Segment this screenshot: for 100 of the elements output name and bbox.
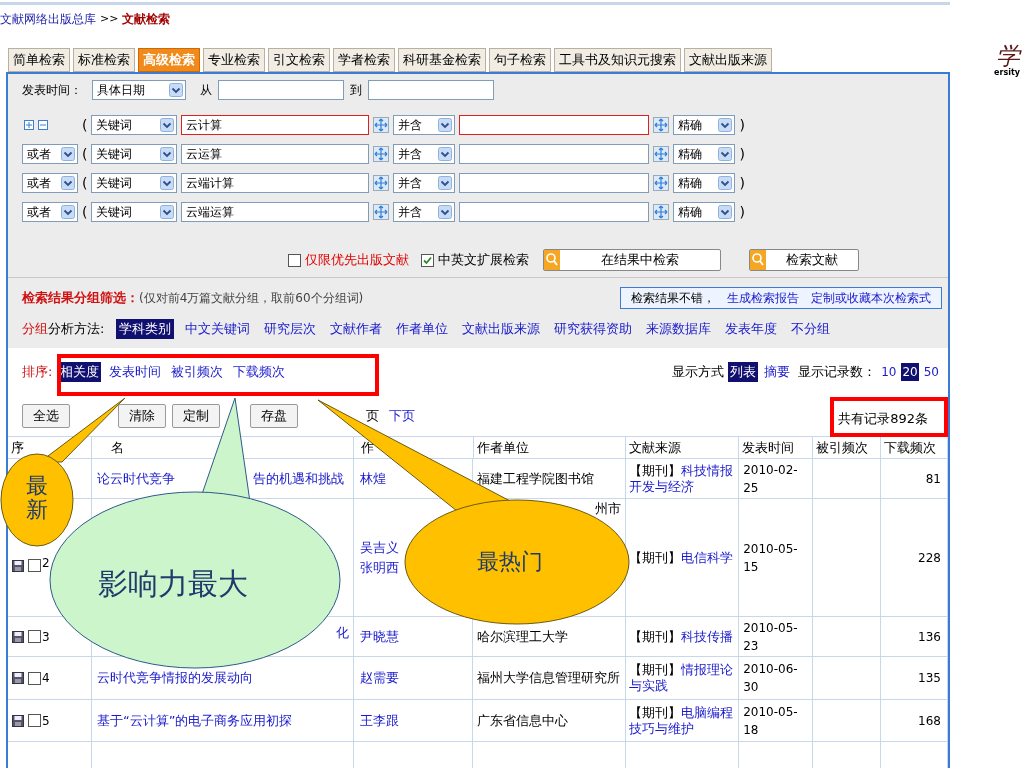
add-row-icon[interactable] <box>24 120 34 130</box>
dropdown[interactable]: 精确 <box>673 202 736 222</box>
pager-link[interactable]: 下页 <box>389 406 415 426</box>
report-link[interactable]: 定制或收藏本次检索式 <box>811 289 931 307</box>
source-text[interactable]: 【期刊】电脑编程技巧与维护 <box>629 704 735 737</box>
expand-icon[interactable] <box>653 146 670 162</box>
tab[interactable]: 文献出版来源 <box>684 48 772 72</box>
expand-icon[interactable] <box>373 175 390 191</box>
page-size-link[interactable]: 50 <box>922 363 940 381</box>
page-size-link[interactable]: 10 <box>880 363 898 381</box>
tab[interactable]: 专业检索 <box>203 48 265 72</box>
action-button[interactable]: 全选 <box>22 404 70 428</box>
search-term-field[interactable] <box>459 144 650 164</box>
date-to-field[interactable] <box>368 80 494 100</box>
search-button[interactable]: 在结果中检索 <box>543 249 721 271</box>
dropdown[interactable]: 精确 <box>673 115 736 135</box>
dropdown[interactable]: 具体日期 <box>92 80 186 100</box>
dropdown[interactable]: 并含 <box>393 144 456 164</box>
dropdown[interactable]: 或者 <box>22 144 78 164</box>
sort-link[interactable]: 下载频次 <box>231 362 288 382</box>
group-method-link[interactable]: 文献出版来源 <box>459 319 544 339</box>
group-method-link[interactable]: 学科类别 <box>116 319 175 339</box>
display-mode-link[interactable]: 列表 <box>728 362 759 382</box>
dropdown[interactable]: 并含 <box>393 202 456 222</box>
expand-icon[interactable] <box>373 117 390 133</box>
title-link[interactable]: 化 <box>335 623 349 643</box>
group-method-link[interactable]: 文献作者 <box>327 319 386 339</box>
expand-icon[interactable] <box>653 117 670 133</box>
sort-link[interactable]: 相关度 <box>58 362 102 382</box>
tab[interactable]: 学者检索 <box>333 48 395 72</box>
checkbox[interactable] <box>28 671 41 685</box>
search-term-field[interactable] <box>459 173 650 193</box>
save-icon[interactable] <box>12 560 24 572</box>
remove-row-icon[interactable] <box>38 120 48 130</box>
group-method-link[interactable]: 中文关键词 <box>182 319 254 339</box>
search-term-field[interactable] <box>459 115 650 135</box>
dropdown[interactable]: 或者 <box>22 173 78 193</box>
tab[interactable]: 标准检索 <box>73 48 135 72</box>
tab[interactable]: 句子检索 <box>489 48 551 72</box>
author-link[interactable]: 吴吉义 <box>359 538 399 558</box>
dropdown[interactable]: 关键词 <box>91 144 178 164</box>
breadcrumb-link[interactable]: 文献网络出版总库 <box>0 10 96 28</box>
checkbox[interactable] <box>421 253 434 267</box>
dropdown[interactable]: 或者 <box>22 202 78 222</box>
expand-icon[interactable] <box>653 204 670 220</box>
display-mode-link[interactable]: 摘要 <box>762 362 793 382</box>
tab[interactable]: 简单检索 <box>8 48 70 72</box>
title-link[interactable]: 告的机遇和挑战 <box>252 468 344 489</box>
author-link[interactable]: 张明西 <box>359 557 399 577</box>
dropdown[interactable]: 并含 <box>393 115 456 135</box>
sort-link[interactable]: 发表时间 <box>107 362 164 382</box>
group-method-link[interactable]: 发表年度 <box>722 319 781 339</box>
dropdown[interactable]: 关键词 <box>91 115 178 135</box>
group-method-link[interactable]: 研究层次 <box>261 319 320 339</box>
dropdown[interactable]: 精确 <box>673 144 736 164</box>
author-link[interactable]: 王李跟 <box>359 710 399 731</box>
search-term-field[interactable]: 云计算 <box>181 115 370 135</box>
save-icon[interactable] <box>12 714 24 727</box>
tab[interactable]: 引文检索 <box>268 48 330 72</box>
source-text[interactable]: 【期刊】科技传播 <box>629 628 734 645</box>
expand-icon[interactable] <box>373 204 390 220</box>
action-button[interactable]: 清除 <box>118 404 166 428</box>
group-method-link[interactable]: 来源数据库 <box>643 319 715 339</box>
source-text[interactable]: 【期刊】电信科学 <box>629 549 734 566</box>
author-link[interactable]: 林煌 <box>359 468 386 489</box>
date-from-field[interactable] <box>218 80 344 100</box>
title-link[interactable]: 基于“云计算”的电子商务应用初探 <box>96 710 293 731</box>
expand-icon[interactable] <box>373 146 390 162</box>
dropdown[interactable]: 关键词 <box>91 173 178 193</box>
save-icon[interactable] <box>12 672 24 684</box>
expand-icon[interactable] <box>653 175 670 191</box>
title-link[interactable]: 云时代竞争情报的发展动向 <box>96 668 253 688</box>
search-term-field[interactable]: 云端计算 <box>181 173 370 193</box>
dropdown[interactable]: 并含 <box>393 173 456 193</box>
page-size-link[interactable]: 20 <box>901 363 919 381</box>
group-method-link[interactable]: 作者单位 <box>393 319 452 339</box>
pager-link[interactable]: 页 <box>366 406 379 426</box>
dropdown[interactable]: 关键词 <box>91 202 178 222</box>
checkbox[interactable] <box>288 253 301 267</box>
group-method-link[interactable]: 不分组 <box>788 319 834 339</box>
author-link[interactable]: 赵需要 <box>359 668 399 688</box>
tab[interactable]: 工具书及知识元搜索 <box>554 48 681 72</box>
report-link[interactable]: 生成检索报告 <box>727 289 799 307</box>
author-link[interactable]: 尹晓慧 <box>359 626 399 647</box>
checkbox[interactable] <box>28 559 41 572</box>
dropdown[interactable]: 精确 <box>673 173 736 193</box>
checkbox[interactable] <box>28 714 41 727</box>
title-link[interactable]: 论云时代竞争 <box>96 468 175 489</box>
search-term-field[interactable]: 云运算 <box>181 144 370 164</box>
sort-link[interactable]: 被引频次 <box>169 362 226 382</box>
action-button[interactable]: 定制 <box>172 404 220 428</box>
checkbox[interactable] <box>28 630 41 643</box>
action-button[interactable]: 存盘 <box>250 404 298 428</box>
search-term-field[interactable] <box>459 202 650 222</box>
tab[interactable]: 科研基金检索 <box>398 48 486 72</box>
source-text[interactable]: 【期刊】情报理论与实践 <box>629 662 735 694</box>
group-method-link[interactable]: 研究获得资助 <box>551 319 636 339</box>
search-button[interactable]: 检索文献 <box>749 249 859 271</box>
save-icon[interactable] <box>12 630 24 643</box>
search-term-field[interactable]: 云端运算 <box>181 202 370 222</box>
